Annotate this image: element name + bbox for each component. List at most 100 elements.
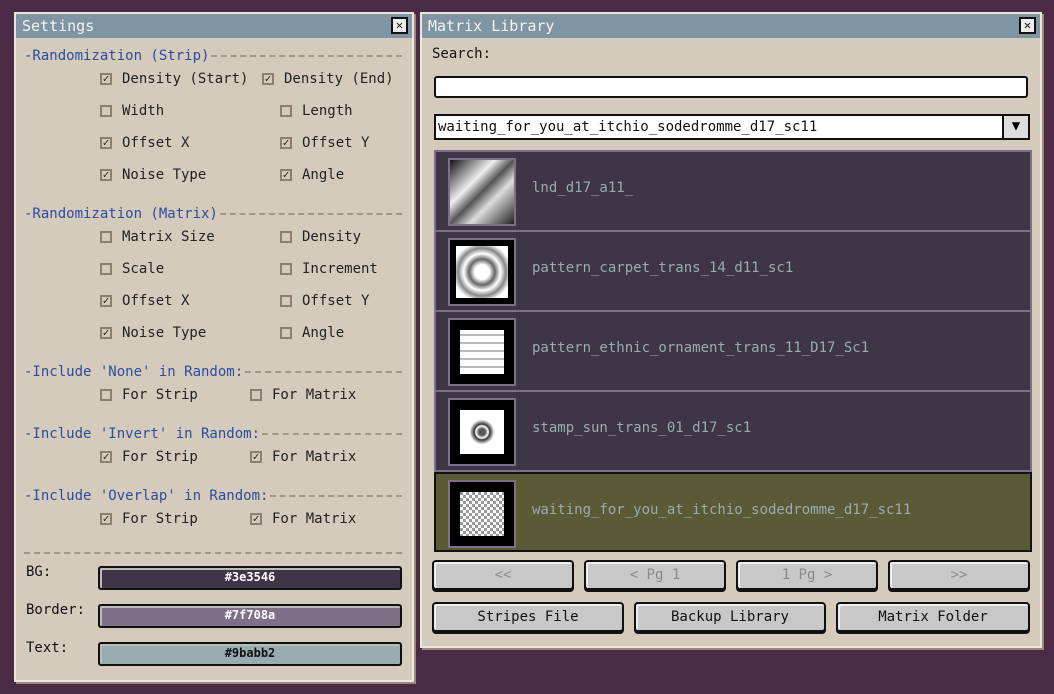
checkbox-checked-icon[interactable]: ✓ [262, 73, 274, 85]
checkbox-option[interactable]: ✓ For Strip [100, 449, 198, 465]
action-button[interactable]: Matrix Folder [836, 602, 1030, 632]
matrix-list-item[interactable]: pattern_ethnic_ornament_trans_11_D17_Sc1 [434, 312, 1032, 392]
pager-button[interactable]: < Pg 1 [584, 560, 726, 590]
matrix-name: stamp_sun_trans_01_d17_sc1 [532, 420, 752, 436]
color-picker-button[interactable]: #9babb2 [98, 642, 402, 666]
checkbox-option[interactable]: For Strip [100, 387, 198, 403]
checkbox-label: Offset Y [302, 293, 370, 309]
search-input[interactable] [434, 76, 1028, 98]
settings-titlebar[interactable]: Settings ✕ [16, 14, 412, 38]
checkbox-option[interactable]: ✓ Noise Type [100, 167, 206, 183]
checkbox-checked-icon[interactable]: ✓ [250, 451, 262, 463]
pager-button[interactable]: << [432, 560, 574, 590]
section-header: -Include 'Invert' in Random: [24, 426, 402, 442]
color-label: BG: [26, 564, 52, 580]
checkbox-checked-icon[interactable]: ✓ [100, 327, 112, 339]
checkbox-icon[interactable] [280, 105, 292, 117]
checkbox-label: For Strip [122, 387, 198, 403]
checkbox-label: Angle [302, 167, 345, 183]
checkbox-option[interactable]: Density [280, 229, 361, 245]
checkbox-label: Width [122, 103, 165, 119]
checkbox-checked-icon[interactable]: ✓ [280, 137, 292, 149]
checkbox-icon[interactable] [280, 231, 292, 243]
library-titlebar[interactable]: Matrix Library ✕ [422, 14, 1040, 38]
checkbox-checked-icon[interactable]: ✓ [250, 513, 262, 525]
checkbox-icon[interactable] [280, 263, 292, 275]
checkbox-option[interactable]: Angle [280, 325, 344, 341]
checkbox-checked-icon[interactable]: ✓ [100, 169, 112, 181]
checkbox-option[interactable]: Matrix Size [100, 229, 215, 245]
checkbox-checked-icon[interactable]: ✓ [100, 513, 112, 525]
checkbox-label: For Matrix [272, 449, 357, 465]
checkbox-option[interactable]: Length [280, 103, 353, 119]
matrix-list-item[interactable]: pattern_carpet_trans_14_d11_sc1 [434, 232, 1032, 312]
checkbox-option[interactable]: ✓ Noise Type [100, 325, 206, 341]
checkbox-label: Offset X [122, 293, 190, 309]
matrix-list: lnd_d17_a11_ pattern_carpet_trans_14_d11… [422, 150, 1040, 552]
chevron-down-icon[interactable]: ▼ [1002, 114, 1030, 140]
matrix-thumbnail [448, 158, 516, 226]
checkbox-checked-icon[interactable]: ✓ [100, 137, 112, 149]
settings-panel: Settings ✕ -Randomization (Strip) ✓ Densit… [14, 12, 414, 682]
checkbox-icon[interactable] [100, 389, 112, 401]
checkbox-icon[interactable] [250, 389, 262, 401]
checkbox-label: For Matrix [272, 511, 357, 527]
checkbox-label: Increment [302, 261, 378, 277]
color-picker-button[interactable]: #7f708a [98, 604, 402, 628]
checkbox-option[interactable]: Scale [100, 261, 164, 277]
checkbox-label: Matrix Size [122, 229, 215, 245]
color-label: Text: [26, 640, 69, 656]
checkbox-option[interactable]: Offset Y [280, 293, 369, 309]
checkbox-option[interactable]: ✓ For Matrix [250, 449, 356, 465]
checkbox-option[interactable]: ✓ Offset Y [280, 135, 369, 151]
checkbox-checked-icon[interactable]: ✓ [100, 451, 112, 463]
checkbox-icon[interactable] [100, 263, 112, 275]
action-button[interactable]: Backup Library [634, 602, 826, 632]
checkbox-option[interactable]: Width [100, 103, 164, 119]
checkbox-label: For Strip [122, 449, 198, 465]
matrix-thumbnail [448, 238, 516, 306]
checkbox-option[interactable]: ✓ For Strip [100, 511, 198, 527]
matrix-list-item[interactable]: stamp_sun_trans_01_d17_sc1 [434, 392, 1032, 472]
checkbox-option[interactable]: ✓ For Matrix [250, 511, 356, 527]
settings-title: Settings [22, 17, 95, 35]
section-header: -Include 'Overlap' in Random: [24, 488, 402, 504]
checkbox-option[interactable]: ✓ Angle [280, 167, 344, 183]
checkbox-label: Noise Type [122, 325, 207, 341]
checkbox-option[interactable]: ✓ Density (Start) [100, 71, 248, 87]
checkbox-icon[interactable] [100, 105, 112, 117]
matrix-thumbnail [448, 480, 516, 548]
matrix-name: lnd_d17_a11_ [532, 180, 634, 196]
checkbox-icon[interactable] [280, 295, 292, 307]
pager-button[interactable]: >> [888, 560, 1030, 590]
checkbox-option[interactable]: Increment [280, 261, 378, 277]
checkbox-option[interactable]: For Matrix [250, 387, 356, 403]
pager-button[interactable]: 1 Pg > [736, 560, 878, 590]
checkbox-checked-icon[interactable]: ✓ [100, 295, 112, 307]
checkbox-option[interactable]: ✓ Offset X [100, 135, 189, 151]
checkbox-icon[interactable] [100, 231, 112, 243]
checkbox-icon[interactable] [280, 327, 292, 339]
checkbox-label: Length [302, 103, 353, 119]
checkbox-option[interactable]: ✓ Offset X [100, 293, 189, 309]
checkbox-label: Density (Start) [122, 71, 249, 87]
close-icon[interactable]: ✕ [1019, 17, 1036, 34]
checkbox-checked-icon[interactable]: ✓ [280, 169, 292, 181]
divider [24, 552, 402, 554]
section-header: -Randomization (Strip) [24, 48, 402, 64]
checkbox-label: Noise Type [122, 167, 207, 183]
matrix-dropdown[interactable]: waiting_for_you_at_itchio_sodedromme_d17… [434, 114, 1030, 140]
color-label: Border: [26, 602, 86, 618]
checkbox-checked-icon[interactable]: ✓ [100, 73, 112, 85]
checkbox-option[interactable]: ✓ Density (End) [262, 71, 394, 87]
section-header: -Include 'None' in Random: [24, 364, 402, 380]
matrix-name: pattern_ethnic_ornament_trans_11_D17_Sc1 [532, 340, 870, 356]
matrix-thumbnail [448, 398, 516, 466]
action-button[interactable]: Stripes File [432, 602, 624, 632]
checkbox-label: Density [302, 229, 362, 245]
color-picker-button[interactable]: #3e3546 [98, 566, 402, 590]
matrix-list-item[interactable]: waiting_for_you_at_itchio_sodedromme_d17… [434, 472, 1032, 552]
matrix-list-item[interactable]: lnd_d17_a11_ [434, 152, 1032, 232]
close-icon[interactable]: ✕ [391, 17, 408, 34]
matrix-name: waiting_for_you_at_itchio_sodedromme_d17… [532, 502, 912, 518]
